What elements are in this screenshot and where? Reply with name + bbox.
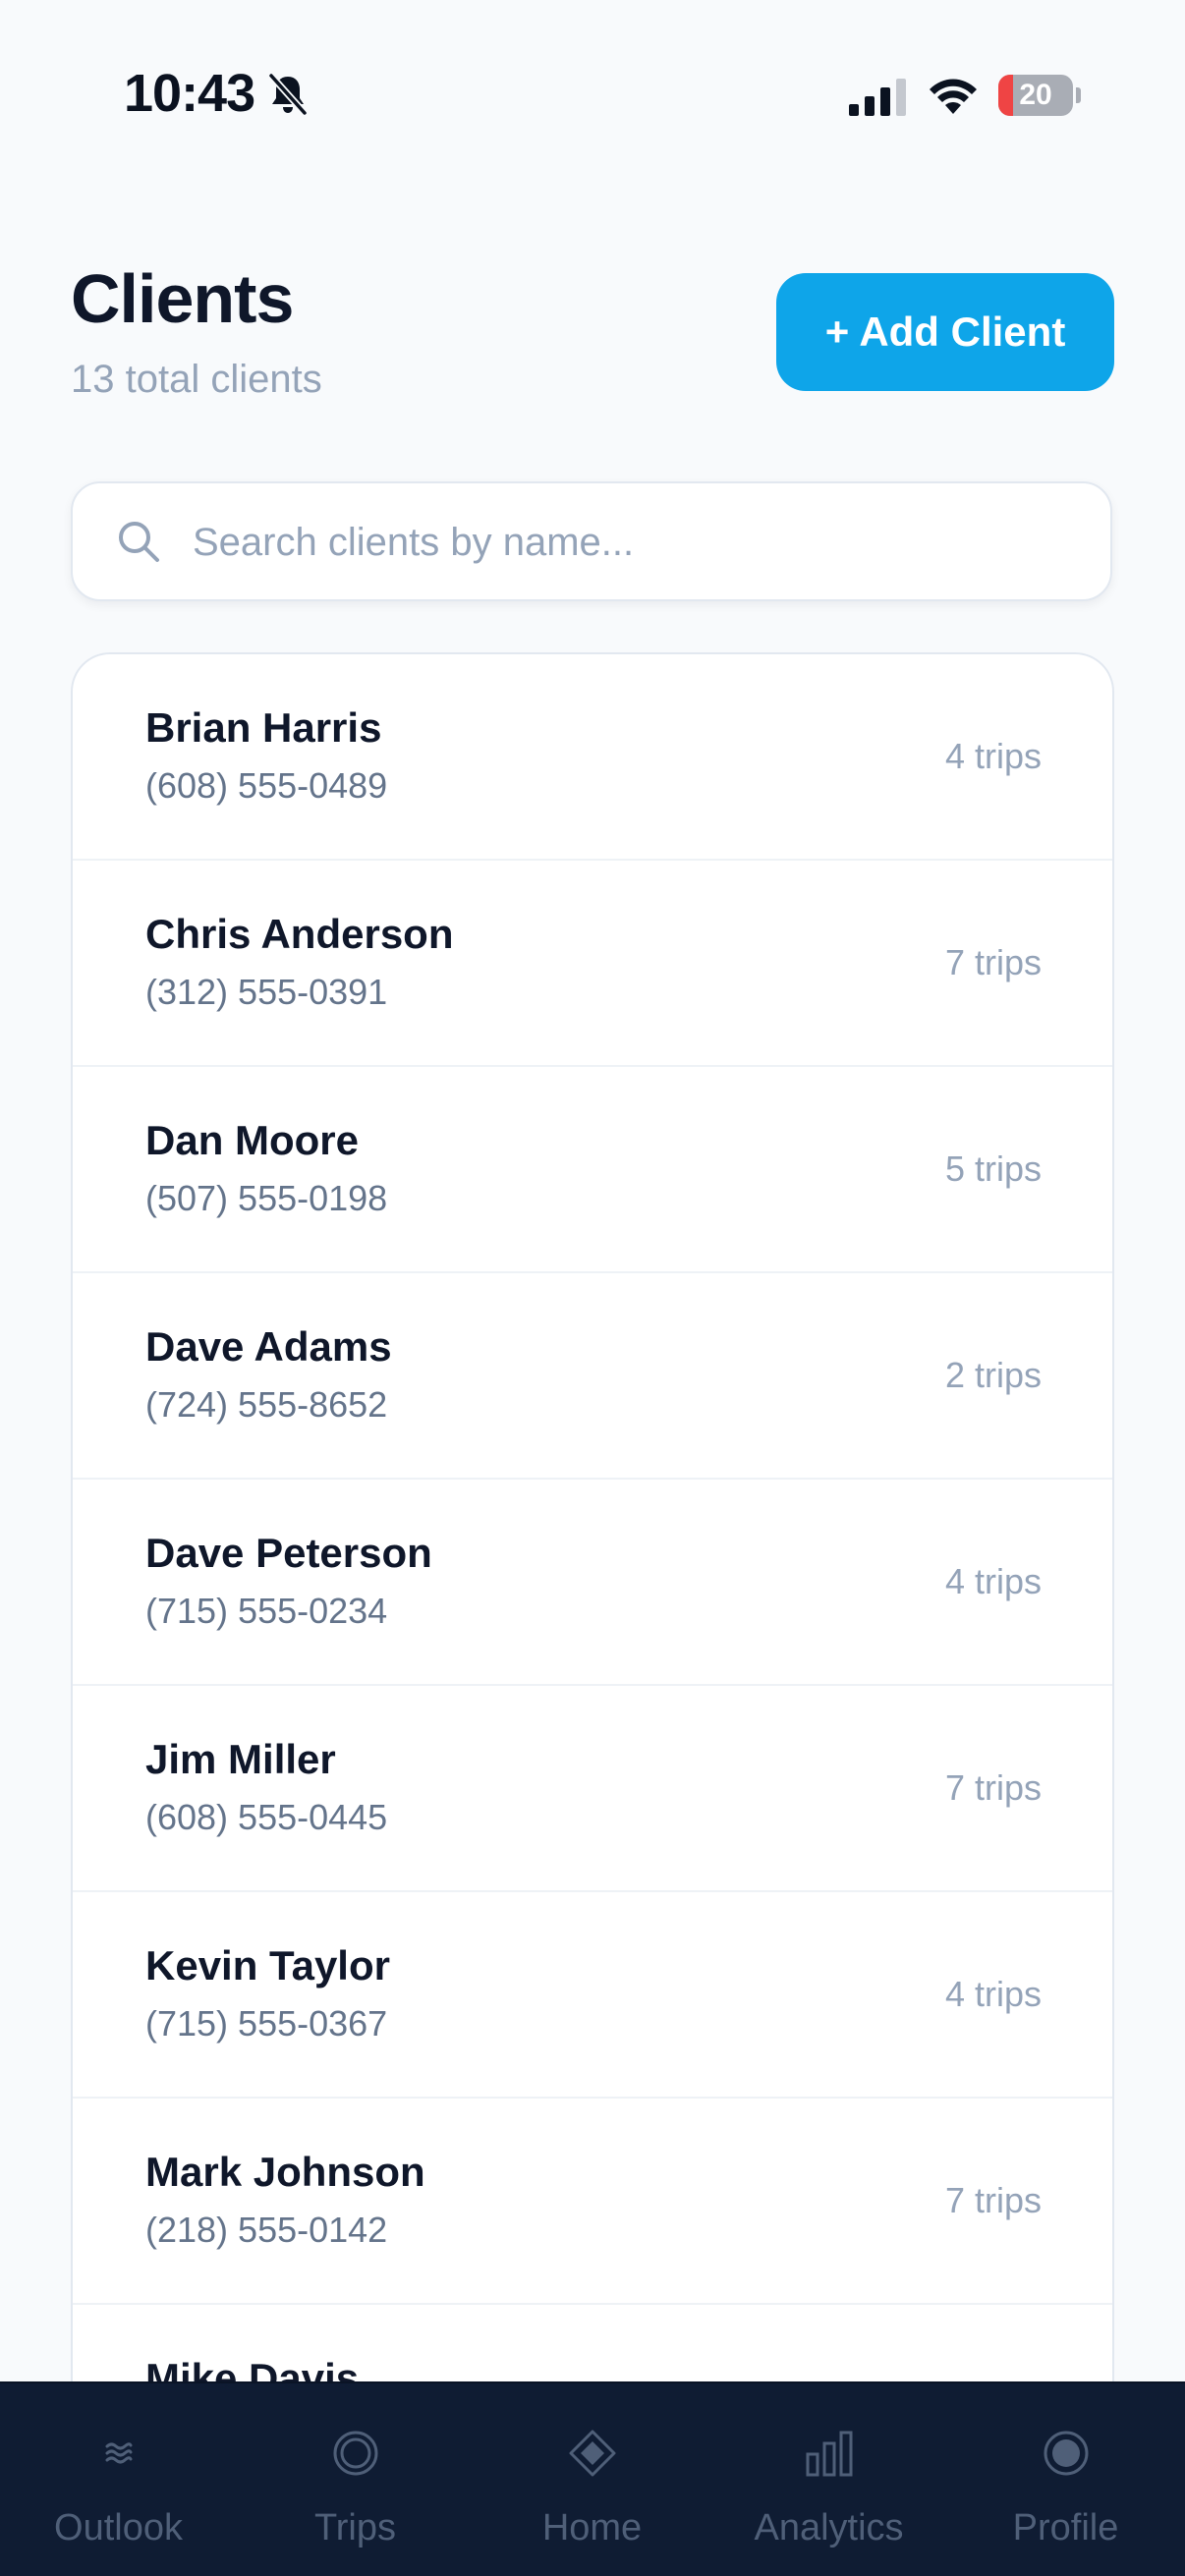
tab-label: Outlook <box>54 2507 183 2548</box>
battery-body: 20 <box>998 75 1073 116</box>
client-name: Jim Miller <box>145 1736 336 1782</box>
client-name: Brian Harris <box>145 704 382 751</box>
tab-home[interactable]: Home <box>474 2383 710 2576</box>
tab-outlook[interactable]: Outlook <box>0 2383 237 2576</box>
search-box[interactable] <box>71 481 1112 601</box>
client-trip-count: 7 trips <box>944 2180 1042 2220</box>
client-phone: (608) 555-0445 <box>145 1797 388 1837</box>
search-input[interactable] <box>193 503 1077 582</box>
client-row[interactable]: Dan Moore (507) 555-0198 5 trips <box>73 1067 1112 1273</box>
client-phone: (218) 555-0142 <box>145 2210 388 2250</box>
client-phone: (608) 555-0489 <box>145 765 388 806</box>
client-row[interactable]: Mark Johnson (218) 555-0142 7 trips <box>73 2099 1112 2305</box>
client-list: Brian Harris (608) 555-0489 4 trips Chri… <box>71 652 1114 2421</box>
client-row[interactable]: Dave Adams (724) 555-8652 2 trips <box>73 1273 1112 1480</box>
waves-icon <box>105 2442 133 2464</box>
client-row[interactable]: Dave Peterson (715) 555-0234 4 trips <box>73 1480 1112 1686</box>
tab-trips[interactable]: Trips <box>237 2383 474 2576</box>
tab-label: Profile <box>1012 2507 1119 2548</box>
status-bar: 10:43 20 <box>0 0 1185 187</box>
battery-level: 20 <box>1019 79 1052 111</box>
add-client-button[interactable]: + Add Client <box>776 273 1114 391</box>
battery-tip <box>1076 87 1081 103</box>
client-phone: (715) 555-0234 <box>145 1591 388 1631</box>
page-title: Clients <box>71 260 294 337</box>
tab-analytics[interactable]: Analytics <box>710 2383 947 2576</box>
client-phone: (724) 555-8652 <box>145 1384 388 1425</box>
client-name: Dan Moore <box>145 1117 360 1163</box>
status-time: 10:43 <box>124 64 255 123</box>
client-trip-count: 2 trips <box>944 1355 1042 1395</box>
client-phone: (312) 555-0391 <box>145 972 388 1012</box>
tab-label: Home <box>541 2507 643 2548</box>
client-trip-count: 7 trips <box>944 942 1042 982</box>
client-row[interactable]: Brian Harris (608) 555-0489 4 trips <box>73 654 1112 861</box>
tab-bar: Outlook Trips Home Analytics Profile <box>0 2381 1185 2576</box>
client-name: Mark Johnson <box>145 2149 425 2195</box>
wifi-icon <box>930 79 977 114</box>
cellular-signal-icon <box>849 79 906 116</box>
client-name: Dave Peterson <box>145 1530 432 1576</box>
tab-profile[interactable]: Profile <box>947 2383 1184 2576</box>
client-row[interactable]: Chris Anderson (312) 555-0391 7 trips <box>73 861 1112 1067</box>
bell-slash-icon <box>267 73 309 116</box>
battery-indicator: 20 <box>998 75 1081 116</box>
client-trip-count: 4 trips <box>944 1561 1042 1601</box>
tab-label: Analytics <box>754 2507 904 2548</box>
bar-chart-icon <box>806 2431 853 2477</box>
client-phone: (715) 555-0367 <box>145 2003 388 2044</box>
client-trip-count: 4 trips <box>944 736 1042 776</box>
client-count: 13 total clients <box>71 358 322 401</box>
tab-label: Trips <box>313 2507 397 2548</box>
client-trip-count: 4 trips <box>944 1974 1042 2014</box>
diamond-icon <box>569 2430 616 2477</box>
client-trip-count: 7 trips <box>944 1767 1042 1808</box>
client-row[interactable]: Kevin Taylor (715) 555-0367 4 trips <box>73 1892 1112 2099</box>
client-name: Dave Adams <box>145 1323 392 1370</box>
client-name: Chris Anderson <box>145 911 454 957</box>
client-phone: (507) 555-0198 <box>145 1178 388 1218</box>
client-trip-count: 5 trips <box>944 1148 1042 1189</box>
client-row[interactable]: Jim Miller (608) 555-0445 7 trips <box>73 1686 1112 1892</box>
profile-dot-icon <box>1044 2431 1089 2476</box>
client-name: Kevin Taylor <box>145 1942 390 1988</box>
search-icon <box>119 522 159 562</box>
target-icon <box>333 2431 378 2476</box>
